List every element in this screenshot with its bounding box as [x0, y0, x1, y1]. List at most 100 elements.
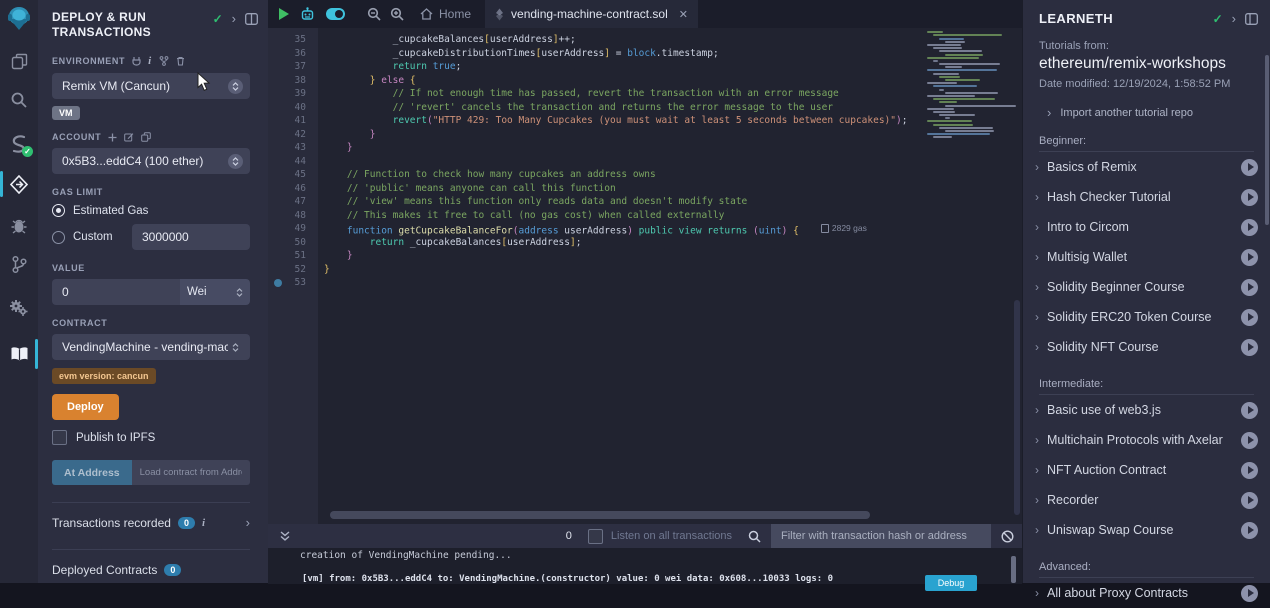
learneth-layout-icon[interactable]	[1245, 13, 1258, 25]
publish-ipfs-option[interactable]: Publish to IPFS	[52, 430, 250, 445]
code-line[interactable]: 53	[268, 276, 948, 290]
code-line[interactable]: 40 // 'revert' cancels the transaction a…	[268, 101, 948, 115]
close-tab-icon[interactable]: ✕	[679, 8, 688, 21]
line-number[interactable]: 35	[268, 33, 312, 47]
line-number[interactable]: 44	[268, 155, 312, 169]
tutorial-item[interactable]: ›Hash Checker Tutorial	[1023, 182, 1270, 212]
start-tutorial-play-button[interactable]	[1241, 462, 1258, 479]
line-number[interactable]: 49	[268, 222, 312, 236]
collapse-terminal-button[interactable]	[279, 530, 291, 542]
zoom-in-button[interactable]	[390, 7, 404, 21]
tab-file-active[interactable]: vending-machine-contract.sol ✕	[485, 0, 698, 28]
at-address-input[interactable]	[132, 460, 250, 485]
editor-horizontal-scrollbar[interactable]	[330, 511, 870, 519]
code-line[interactable]: 41 revert("HTTP 429: Too Many Cupcakes (…	[268, 114, 948, 128]
line-number[interactable]: 40	[268, 101, 312, 115]
code-line[interactable]: 43 }	[268, 141, 948, 155]
line-number[interactable]: 53	[268, 276, 312, 290]
publish-ipfs-checkbox[interactable]	[52, 430, 67, 445]
learneth-chevron-icon[interactable]: ›	[1232, 14, 1236, 24]
value-unit-select[interactable]: Wei	[180, 279, 250, 305]
deploy-button[interactable]: Deploy	[52, 394, 119, 420]
start-tutorial-play-button[interactable]	[1241, 249, 1258, 266]
environment-info-icon[interactable]: i	[148, 55, 152, 67]
debug-button[interactable]: Debug	[925, 575, 977, 591]
tutorial-item[interactable]: ›NFT Auction Contract	[1023, 455, 1270, 485]
copy-account-icon[interactable]	[141, 132, 151, 142]
line-number[interactable]: 51	[268, 249, 312, 263]
tab-home[interactable]: Home	[420, 7, 471, 21]
start-tutorial-play-button[interactable]	[1241, 189, 1258, 206]
custom-gas-radio[interactable]	[52, 231, 65, 244]
code-line[interactable]: 37 return true;	[268, 60, 948, 74]
delete-environment-icon[interactable]	[176, 56, 185, 66]
start-tutorial-play-button[interactable]	[1241, 492, 1258, 509]
add-account-icon[interactable]	[108, 133, 117, 142]
start-tutorial-play-button[interactable]	[1241, 432, 1258, 449]
sidebar-item-search[interactable]	[0, 85, 38, 115]
code-line[interactable]: 36 _cupcakeDistributionTimes[userAddress…	[268, 47, 948, 61]
start-tutorial-play-button[interactable]	[1241, 402, 1258, 419]
code-line[interactable]: 48 // This makes it free to call (no gas…	[268, 209, 948, 223]
environment-select[interactable]: Remix VM (Cancun)	[52, 73, 250, 99]
import-tutorial-repo[interactable]: › Import another tutorial repo	[1023, 90, 1270, 119]
panel-chevron-icon[interactable]: ›	[232, 14, 236, 24]
value-input[interactable]	[52, 279, 180, 305]
start-tutorial-play-button[interactable]	[1241, 339, 1258, 356]
line-number[interactable]: 39	[268, 87, 312, 101]
terminal-search-icon[interactable]	[748, 530, 761, 543]
estimated-gas-option[interactable]: Estimated Gas	[52, 204, 250, 217]
editor-vertical-scrollbar[interactable]	[1014, 300, 1020, 515]
sidebar-item-plugin-manager[interactable]	[0, 293, 38, 323]
sidebar-item-learneth[interactable]	[0, 339, 38, 369]
code-line[interactable]: 42 }	[268, 128, 948, 142]
line-number[interactable]: 38	[268, 74, 312, 88]
code-line[interactable]: 45 // Function to check how many cupcake…	[268, 168, 948, 182]
expand-transactions-icon[interactable]: ›	[246, 518, 250, 528]
start-tutorial-play-button[interactable]	[1241, 309, 1258, 326]
sidebar-item-source-control[interactable]	[0, 249, 38, 279]
tutorial-item[interactable]: ›Multichain Protocols with Axelar	[1023, 425, 1270, 455]
copilot-toggle[interactable]	[326, 8, 345, 20]
line-number[interactable]: 45	[268, 168, 312, 182]
fork-state-icon[interactable]	[159, 56, 169, 66]
zoom-out-button[interactable]	[367, 7, 381, 21]
line-number[interactable]: 42	[268, 128, 312, 142]
panel-layout-icon[interactable]	[245, 13, 258, 25]
listen-all-checkbox[interactable]	[588, 529, 603, 544]
editor-minimap[interactable]	[925, 30, 1011, 138]
code-line[interactable]: 35 _cupcakeBalances[userAddress]++;	[268, 33, 948, 47]
code-line[interactable]: 52}	[268, 263, 948, 277]
terminal-scrollbar[interactable]	[1011, 556, 1016, 583]
tutorial-item[interactable]: ›Solidity ERC20 Token Course	[1023, 302, 1270, 332]
tutorial-item[interactable]: ›Basics of Remix	[1023, 152, 1270, 182]
tutorial-item[interactable]: ›Multisig Wallet	[1023, 242, 1270, 272]
tutorial-item[interactable]: ›Basic use of web3.js	[1023, 395, 1270, 425]
code-line[interactable]: 50 return _cupcakeBalances[userAddress];	[268, 236, 948, 250]
code-line[interactable]: 47 // 'view' means this function only re…	[268, 195, 948, 209]
plug-icon[interactable]	[132, 56, 141, 66]
sidebar-item-deploy-run[interactable]	[0, 169, 38, 199]
line-number[interactable]: 41	[268, 114, 312, 128]
line-number[interactable]: 46	[268, 182, 312, 196]
learneth-scrollbar[interactable]	[1265, 55, 1269, 225]
start-tutorial-play-button[interactable]	[1241, 522, 1258, 539]
breakpoint-dot[interactable]	[274, 279, 282, 287]
remix-logo[interactable]	[0, 0, 38, 38]
ai-copilot-button[interactable]	[300, 7, 315, 21]
tutorial-item[interactable]: ›Intro to Circom	[1023, 212, 1270, 242]
start-tutorial-play-button[interactable]	[1241, 585, 1258, 602]
code-line[interactable]: 38 } else {	[268, 74, 948, 88]
code-line[interactable]: 46 // 'public' means anyone can call thi…	[268, 182, 948, 196]
tutorial-item[interactable]: ›Uniswap Swap Course	[1023, 515, 1270, 545]
transactions-recorded-section[interactable]: Transactions recorded 0 i ›	[52, 502, 250, 532]
sidebar-item-solidity-compiler[interactable]: ✓	[0, 129, 38, 159]
run-script-button[interactable]	[279, 8, 289, 20]
clear-console-icon[interactable]	[1001, 530, 1014, 543]
line-number[interactable]: 43	[268, 141, 312, 155]
line-number[interactable]: 48	[268, 209, 312, 223]
tutorial-item[interactable]: ›Solidity Beginner Course	[1023, 272, 1270, 302]
account-select[interactable]: 0x5B3...eddC4 (100 ether)	[52, 148, 250, 174]
code-line[interactable]: 39 // If not enough time has passed, rev…	[268, 87, 948, 101]
sidebar-item-debugger[interactable]	[0, 210, 38, 240]
